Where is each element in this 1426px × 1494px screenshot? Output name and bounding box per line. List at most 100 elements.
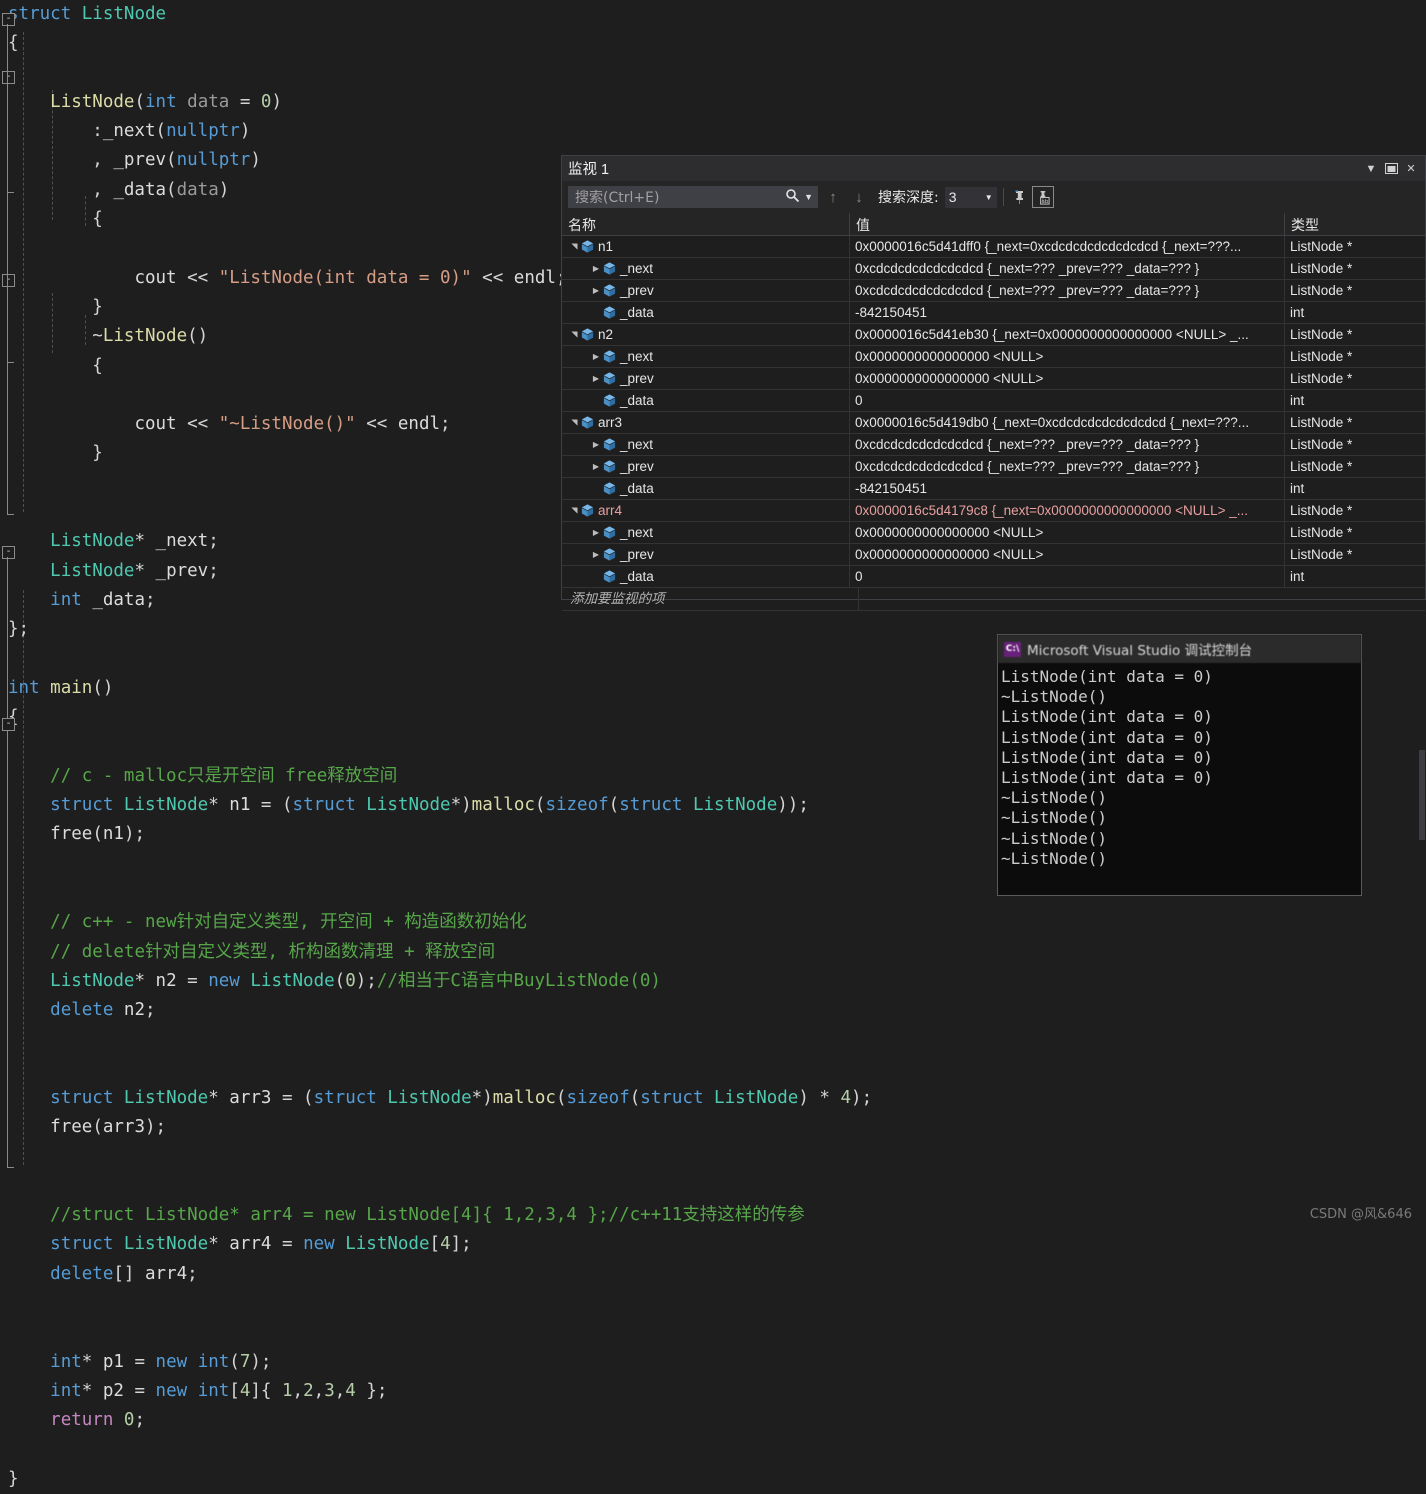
watch-row[interactable]: ▶ _prev 0x0000000000000000 <NULL> ListNode … (562, 368, 1425, 390)
watch-value-cell[interactable]: -842150451 (850, 302, 1285, 323)
code-line[interactable]: delete n2; (0, 996, 872, 1025)
code-line[interactable]: }; (0, 615, 872, 644)
watch-value-cell[interactable]: 0x0000000000000000 <NULL> (850, 522, 1285, 543)
watch-name-cell[interactable]: _data (562, 302, 850, 323)
watch-name-cell[interactable]: ▶ _prev (562, 280, 850, 301)
code-line[interactable]: { (0, 703, 872, 732)
watch-row[interactable]: ◢ n1 0x0000016c5d41dff0 {_next=0xcdcdcdcdc… (562, 236, 1425, 258)
code-line[interactable]: return 0; (0, 1406, 872, 1435)
column-header-type[interactable]: 类型 (1285, 213, 1425, 235)
watch-row[interactable]: ▶ _next 0xcdcdcdcdcdcdcdcd {_next=??? _pre… (562, 434, 1425, 456)
collapse-box-main[interactable]: - (2, 546, 15, 559)
code-line[interactable] (0, 1172, 872, 1201)
pin-ab-icon[interactable]: ab (1031, 186, 1054, 208)
watch-row[interactable]: _data -842150451 int (562, 478, 1425, 500)
expand-triangle-open[interactable]: ◢ (564, 329, 585, 341)
code-line[interactable]: free(n1); (0, 820, 872, 849)
watch-row[interactable]: ▶ _next 0x0000000000000000 <NULL> ListNode … (562, 522, 1425, 544)
expand-triangle-open[interactable]: ◢ (564, 241, 585, 253)
watch-row-list[interactable]: ◢ n1 0x0000016c5d41dff0 {_next=0xcdcdcdcdc… (562, 236, 1425, 588)
watch-value-cell[interactable]: 0x0000000000000000 <NULL> (850, 346, 1285, 367)
watch-name-cell[interactable]: _data (562, 566, 850, 587)
column-header-value[interactable]: 值 (850, 213, 1285, 235)
watch-grid[interactable]: 名称 值 类型 ◢ n1 0x0000016c5d41dff0 {_next=0xc… (562, 213, 1425, 611)
watch-value-cell[interactable]: 0x0000000000000000 <NULL> (850, 544, 1285, 565)
code-line[interactable]: { (0, 29, 872, 58)
code-line[interactable]: struct ListNode (0, 0, 872, 29)
watch-value-cell[interactable]: 0xcdcdcdcdcdcdcdcd {_next=??? _prev=??? … (850, 258, 1285, 279)
watch-value-cell[interactable]: 0x0000000000000000 <NULL> (850, 368, 1285, 389)
code-line[interactable] (0, 1025, 872, 1054)
watch-row[interactable]: _data 0 int (562, 566, 1425, 588)
search-input[interactable]: 搜索(Ctrl+E) ▼ (568, 186, 818, 208)
expand-triangle-closed[interactable]: ▶ (590, 346, 602, 367)
pin-icon[interactable] (1010, 186, 1032, 208)
collapse-box-dtor[interactable]: - (2, 274, 15, 287)
code-line[interactable] (0, 732, 872, 761)
code-line[interactable]: free(arr3); (0, 1113, 872, 1142)
window-icon[interactable] (1381, 159, 1401, 179)
code-line[interactable] (0, 879, 872, 908)
search-dropdown-icon[interactable]: ▼ (804, 192, 813, 202)
code-line[interactable]: int* p1 = new int(7); (0, 1348, 872, 1377)
code-line[interactable]: delete[] arr4; (0, 1260, 872, 1289)
expand-triangle-closed[interactable]: ▶ (590, 368, 602, 389)
watch-name-cell[interactable]: ◢ n1 (562, 236, 850, 257)
watch-row[interactable]: _data -842150451 int (562, 302, 1425, 324)
code-line[interactable]: int* p2 = new int[4]{ 1,2,3,4 }; (0, 1377, 872, 1406)
collapse-box-struct[interactable]: - (2, 13, 15, 26)
watch-value-cell[interactable]: 0 (850, 390, 1285, 411)
watch-name-cell[interactable]: ▶ _prev (562, 368, 850, 389)
code-line[interactable]: ListNode(int data = 0) (0, 88, 872, 117)
watch-name-cell[interactable]: ▶ _next (562, 434, 850, 455)
watch-name-cell[interactable]: ▶ _next (562, 522, 850, 543)
watch-row[interactable]: ▶ _next 0xcdcdcdcdcdcdcdcd {_next=??? _pre… (562, 258, 1425, 280)
watch-row[interactable]: ▶ _next 0x0000000000000000 <NULL> ListNode … (562, 346, 1425, 368)
add-watch-value-cell[interactable] (859, 588, 1425, 610)
code-line[interactable] (0, 1055, 872, 1084)
code-line[interactable]: // c++ - new针对自定义类型, 开空间 + 构造函数初始化 (0, 908, 872, 937)
code-line[interactable] (0, 645, 872, 674)
expand-triangle-closed[interactable]: ▶ (590, 522, 602, 543)
watch-window[interactable]: 监视 1 ▼ ✕ 搜索(Ctrl+E) ▼ ↑ ↓ 搜索深度: 3 ▼ ab 名… (561, 155, 1426, 611)
watch-row[interactable]: ◢ n2 0x0000016c5d41eb30 {_next=0x000000000… (562, 324, 1425, 346)
watch-name-cell[interactable]: ◢ arr4 (562, 500, 850, 521)
arrow-up-icon[interactable]: ↑ (822, 186, 844, 208)
watch-name-cell[interactable]: ▶ _prev (562, 544, 850, 565)
watch-value-cell[interactable]: 0x0000016c5d4179c8 {_next=0x000000000000… (850, 500, 1285, 521)
expand-triangle-closed[interactable]: ▶ (590, 258, 602, 279)
expand-triangle-closed[interactable]: ▶ (590, 544, 602, 565)
watch-name-cell[interactable]: ▶ _next (562, 258, 850, 279)
code-line[interactable]: :_next(nullptr) (0, 117, 872, 146)
watch-value-cell[interactable]: 0xcdcdcdcdcdcdcdcd {_next=??? _prev=??? … (850, 456, 1285, 477)
watch-name-cell[interactable]: _data (562, 390, 850, 411)
code-line[interactable]: struct ListNode* arr3 = (struct ListNode… (0, 1084, 872, 1113)
watch-name-cell[interactable]: ▶ _next (562, 346, 850, 367)
watch-name-cell[interactable]: ◢ n2 (562, 324, 850, 345)
watch-value-cell[interactable]: 0xcdcdcdcdcdcdcdcd {_next=??? _prev=??? … (850, 434, 1285, 455)
expand-triangle-closed[interactable]: ▶ (590, 280, 602, 301)
code-line[interactable] (0, 1143, 872, 1172)
expand-triangle-open[interactable]: ◢ (564, 417, 585, 429)
search-icon[interactable] (785, 188, 800, 206)
editor-scrollbar-thumb[interactable] (1419, 750, 1425, 840)
code-line[interactable]: struct ListNode* arr4 = new ListNode[4]; (0, 1230, 872, 1259)
chevron-down-icon[interactable]: ▼ (985, 193, 993, 202)
watch-row[interactable]: ▶ _prev 0xcdcdcdcdcdcdcdcd {_next=??? _pre… (562, 280, 1425, 302)
code-line[interactable] (0, 1289, 872, 1318)
watch-row[interactable]: ▶ _prev 0x0000000000000000 <NULL> ListNode … (562, 544, 1425, 566)
code-line[interactable]: struct ListNode* n1 = (struct ListNode*)… (0, 791, 872, 820)
column-header-name[interactable]: 名称 (562, 213, 850, 235)
code-line[interactable]: ListNode* n2 = new ListNode(0);//相当于C语言中… (0, 967, 872, 996)
code-line[interactable] (0, 1318, 872, 1347)
watch-value-cell[interactable]: 0x0000016c5d41dff0 {_next=0xcdcdcdcdcdcd… (850, 236, 1285, 257)
watch-value-cell[interactable]: -842150451 (850, 478, 1285, 499)
code-line[interactable] (0, 59, 872, 88)
code-line[interactable] (0, 1436, 872, 1465)
code-line[interactable]: //struct ListNode* arr4 = new ListNode[4… (0, 1201, 872, 1230)
expand-triangle-open[interactable]: ◢ (564, 505, 585, 517)
watch-row[interactable]: ◢ arr3 0x0000016c5d419db0 {_next=0xcdcdcdc… (562, 412, 1425, 434)
code-line[interactable] (0, 850, 872, 879)
expand-triangle-closed[interactable]: ▶ (590, 434, 602, 455)
search-depth-select[interactable]: 3 ▼ (944, 186, 997, 208)
